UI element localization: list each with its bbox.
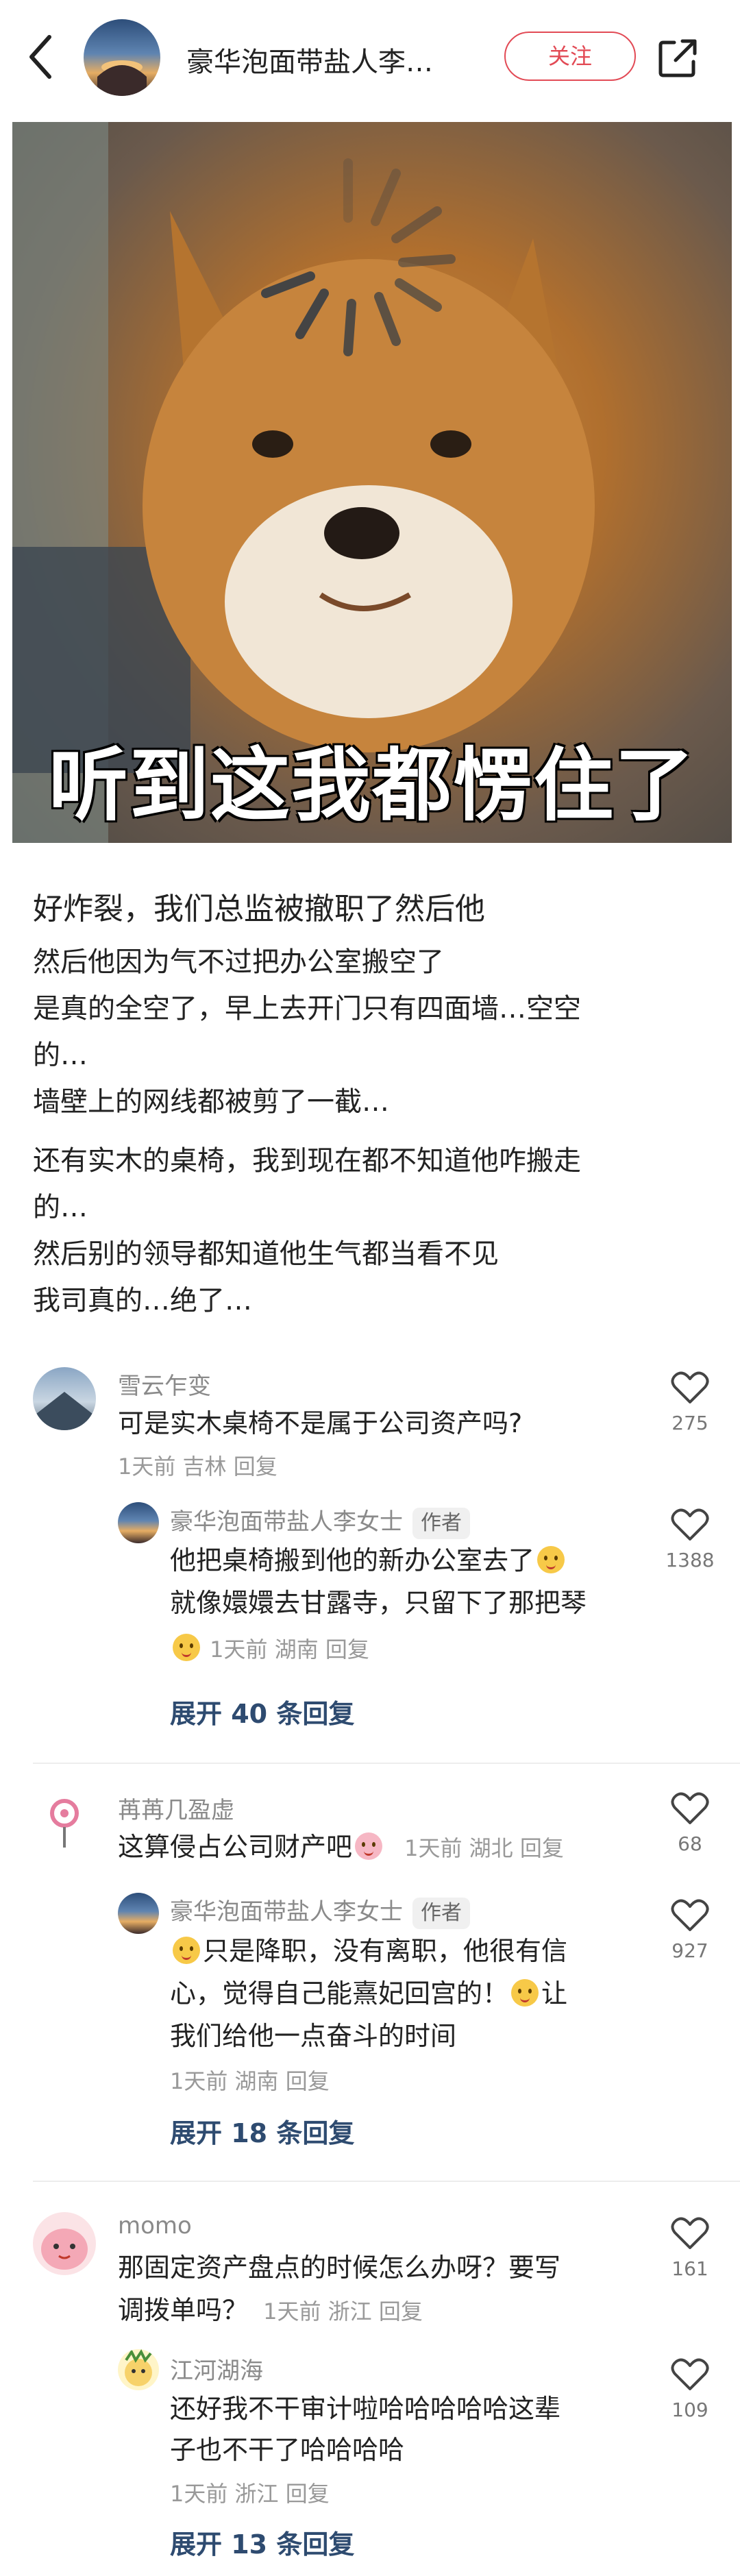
author-nickname[interactable]: 豪华泡面带盐人李… [186,40,474,79]
comment-line: 调拨单吗？ [118,2295,249,2325]
cartoon-avatar-icon [125,2349,152,2386]
heart-icon [671,2217,709,2249]
post-line: 墙壁上的网线都被剪了一截… [33,1086,389,1118]
like-button[interactable]: 927 [659,1898,721,1962]
reply-text: 就像嬛嬛去甘露寺，只留下了那把琴 [170,1588,587,1618]
post-line: 的… [33,1192,88,1223]
reply-text: 子也不干了哈哈哈哈 [170,2435,405,2465]
comment-meta[interactable]: 1天前 湖北 回复 [404,1835,564,1861]
like-button[interactable]: 161 [659,2216,721,2280]
reply-line: 让 [541,1978,568,2009]
share-icon[interactable] [656,37,699,79]
reply-meta[interactable]: 1天前 湖南 回复 [170,1632,369,1664]
like-button[interactable]: 1388 [659,1508,721,1571]
reply-text: 我们给他一点奋斗的时间 [170,2021,457,2051]
post-line: 还有实木的桌椅，我到现在都不知道他咋搬走 [33,1145,581,1177]
reply-author-name[interactable]: 江河湖海 [170,2352,263,2385]
lollipop-icon [50,1799,79,1848]
expand-replies-button[interactable]: 展开 13 条回复 [170,2523,354,2561]
heart-icon [671,1899,709,1931]
reply-author-name[interactable]: 豪华泡面带盐人李女士 [170,1508,403,1536]
divider [33,2181,740,2182]
like-button[interactable]: 68 [659,1791,721,1855]
expand-replies-button[interactable]: 展开 18 条回复 [170,2112,354,2150]
reply-text: 心，觉得自己能熹妃回宫的！ 让 [170,1974,567,2013]
reply-meta[interactable]: 1天前 浙江 回复 [170,2477,330,2508]
reply-meta-text[interactable]: 1天前 湖南 回复 [210,1636,369,1663]
reply-meta[interactable]: 1天前 湖南 回复 [170,2064,330,2096]
post-title: 好炸裂，我们总监被撤职了然后他 [33,892,485,927]
post-line: 的… [33,1040,88,1071]
post-line: 然后别的领导都知道他生气都当看不见 [33,1238,499,1270]
reply-text: 只是降职，没有离职，他很有信 [170,1931,567,1971]
reply-line: 心，觉得自己能熹妃回宫的！ [170,1978,509,2009]
like-button[interactable]: 275 [659,1371,721,1434]
reply-line: 只是降职，没有离职，他很有信 [203,1936,568,1966]
reply-author[interactable]: 豪华泡面带盐人李女士 作者 [170,1893,470,1929]
heart-icon [671,1508,709,1541]
heart-icon [671,2358,709,2390]
comment-text: 这算侵占公司财产吧 1天前 湖北 回复 [118,1827,564,1868]
meme-caption: 听到这我都愣住了 [49,739,695,832]
like-count: 161 [671,2257,708,2280]
commenter-avatar[interactable] [33,1790,96,1853]
reply-text: 他把桌椅搬到他的新办公室去了 [170,1541,567,1580]
emoji-icon [173,1937,200,1964]
emoji-icon [511,1979,539,2007]
post-line: 然后他因为气不过把办公室搬空了 [33,946,444,978]
comment-text: 那固定资产盘点的时候怎么办呀？要写 [118,2253,561,2283]
post-line: 是真的全空了，早上去开门只有四面墙…空空 [33,993,581,1025]
reply-avatar[interactable] [118,1893,159,1934]
heart-icon [671,1792,709,1824]
reply-text: 还好我不干审计啦哈哈哈哈哈这辈 [170,2394,561,2424]
reply-author[interactable]: 豪华泡面带盐人李女士 作者 [170,1503,470,1539]
reply-line: 他把桌椅搬到他的新办公室去了 [170,1545,535,1575]
post-paragraph-1: 然后他因为气不过把办公室搬空了 是真的全空了，早上去开门只有四面墙…空空 的… … [33,939,718,1125]
commenter-name[interactable]: 雪云乍变 [118,1367,211,1401]
like-count: 1388 [665,1549,715,1571]
reply-avatar[interactable] [118,2349,159,2390]
author-badge: 作者 [412,1897,470,1929]
author-avatar[interactable] [84,19,160,96]
post-image[interactable]: 听到这我都愣住了 [12,122,732,843]
follow-button[interactable]: 关注 [504,32,636,81]
emoji-icon [355,1832,383,1860]
heart-icon [671,1371,709,1403]
emoji-icon [537,1546,565,1573]
comment-line: 这算侵占公司财产吧 [118,1832,353,1862]
commenter-avatar[interactable] [33,2212,96,2275]
comment-text: 调拨单吗？ 1天前 浙江 回复 [118,2290,423,2331]
author-badge: 作者 [412,1507,470,1539]
mountain-icon [33,1392,96,1430]
commenter-name[interactable]: momo [118,2212,192,2240]
reply-author-name[interactable]: 豪华泡面带盐人李女士 [170,1898,403,1926]
comment-meta[interactable]: 1天前 吉林 回复 [118,1449,278,1481]
avatar-image-icon [97,60,147,96]
like-count: 68 [678,1832,702,1855]
like-button[interactable]: 109 [659,2357,721,2421]
like-count: 927 [671,1939,708,1962]
commenter-avatar[interactable] [33,1367,96,1430]
top-bar: 豪华泡面带盐人李… 关注 [0,0,740,116]
expand-replies-button[interactable]: 展开 40 条回复 [170,1693,354,1730]
pink-character-icon [41,2229,88,2270]
emoji-icon [173,1634,200,1661]
comment-meta[interactable]: 1天前 浙江 回复 [263,2298,423,2324]
like-count: 109 [671,2399,708,2421]
back-arrow-icon[interactable] [27,33,55,81]
post-paragraph-2: 还有实木的桌椅，我到现在都不知道他咋搬走 的… 然后别的领导都知道他生气都当看不… [33,1138,718,1324]
commenter-name[interactable]: 苒苒几盈虚 [118,1791,234,1825]
like-count: 275 [671,1412,708,1434]
post-line: 我司真的…绝了… [33,1285,252,1316]
reply-avatar[interactable] [118,1502,159,1543]
divider [33,1763,740,1764]
comment-text: 可是实木桌椅不是属于公司资产吗? [118,1408,523,1438]
